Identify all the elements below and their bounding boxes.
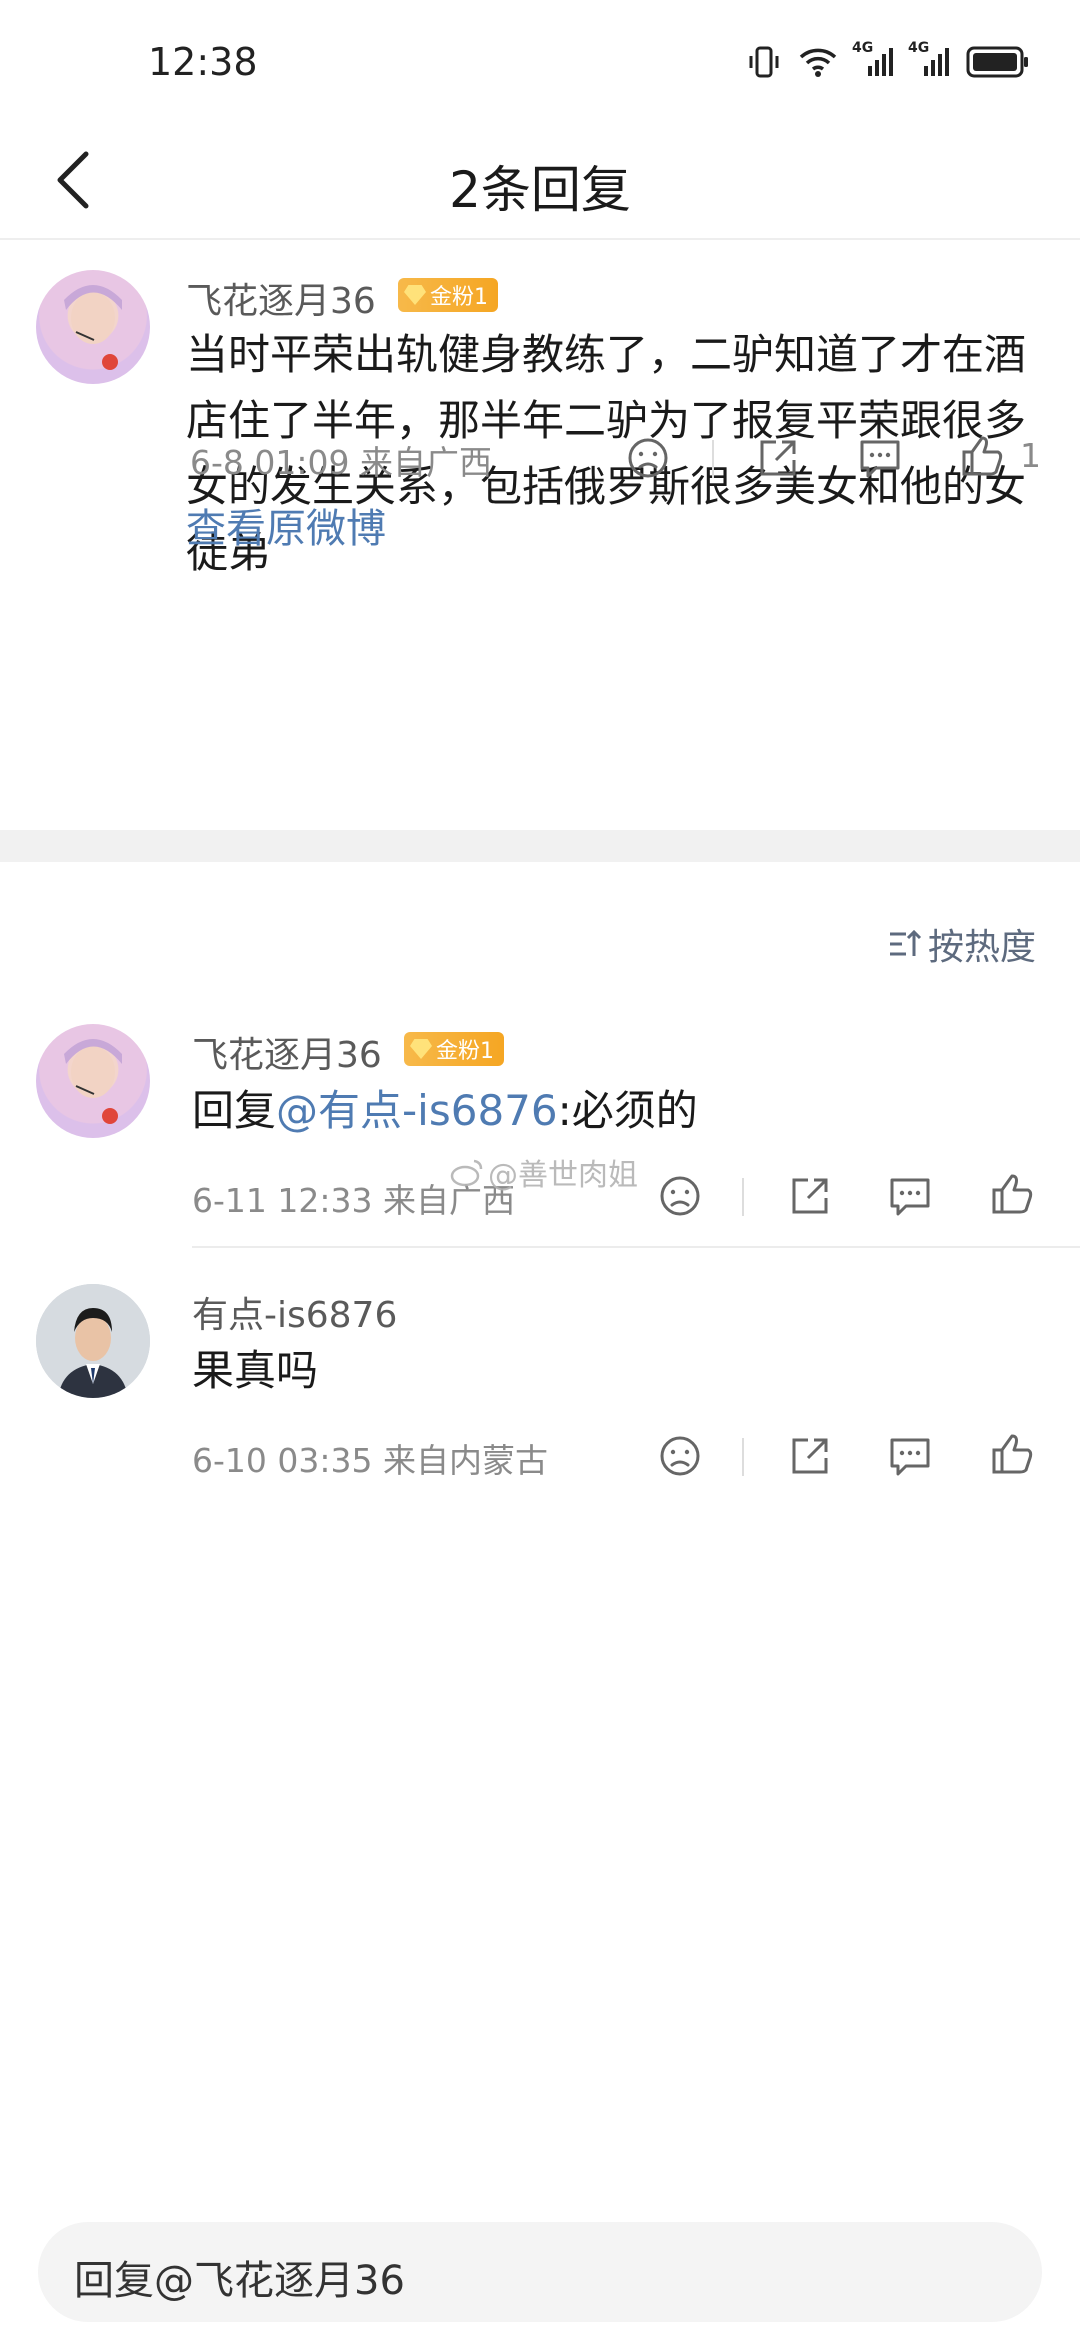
- root-comment-meta: 6-8 01:09 来自广西: [190, 443, 492, 482]
- share-icon[interactable]: [786, 1172, 834, 1220]
- reply-item: 飞花逐月36 金粉1 回复@有点-is6876:必须的 6-11 12:33 来…: [0, 1010, 1080, 1240]
- avatar[interactable]: [36, 270, 150, 384]
- wifi-icon: [799, 48, 837, 77]
- sort-label: 按热度: [927, 927, 1036, 968]
- fan-badge: 金粉1: [404, 1032, 504, 1066]
- watermark: @善世肉姐: [450, 1150, 638, 1194]
- sort-by-hot-button[interactable]: 按热度: [886, 918, 1036, 970]
- comment-icon[interactable]: [886, 1172, 934, 1220]
- root-username[interactable]: 飞花逐月36: [186, 272, 376, 324]
- dislike-face-icon[interactable]: [624, 434, 672, 482]
- fan-badge: 金粉1: [398, 278, 498, 312]
- network-label-2: 4G: [908, 40, 930, 56]
- badge-label: 金粉1: [430, 285, 488, 310]
- status-icons: 4G 4G: [746, 40, 1030, 80]
- mention-link[interactable]: @有点-is6876: [276, 1086, 558, 1135]
- badge-gem-icon: [404, 285, 426, 305]
- comment-icon[interactable]: [886, 1432, 934, 1480]
- nav-bar: 2条回复: [0, 130, 1080, 240]
- avatar[interactable]: [36, 1284, 150, 1398]
- battery-icon: [966, 46, 1028, 78]
- dislike-face-icon[interactable]: [656, 1432, 704, 1480]
- reply-username[interactable]: 飞花逐月36: [192, 1026, 382, 1078]
- root-comment: 飞花逐月36 金粉1 当时平荣出轨健身教练了，二驴知道了才在酒店住了半年，那半年…: [0, 240, 1080, 830]
- network-label-1: 4G: [852, 40, 874, 56]
- avatar-image: [64, 285, 122, 370]
- reply-divider: [192, 1246, 1080, 1248]
- reply-prefix: 回复: [192, 1086, 277, 1135]
- reply-username[interactable]: 有点-is6876: [192, 1286, 397, 1338]
- thumbs-up-icon[interactable]: [988, 1170, 1036, 1218]
- share-icon[interactable]: [786, 1432, 834, 1480]
- reply-meta: 6-10 03:35 来自内蒙古: [192, 1441, 548, 1480]
- signal-1: 4G: [852, 40, 894, 78]
- avatar[interactable]: [36, 1024, 150, 1138]
- dislike-face-icon[interactable]: [656, 1172, 704, 1220]
- reply-input[interactable]: 回复@飞花逐月36: [38, 2222, 1042, 2322]
- like-count: 1: [1020, 436, 1041, 475]
- watermark-text: @善世肉姐: [488, 1158, 638, 1193]
- comment-icon[interactable]: [856, 434, 904, 482]
- vibrate-icon: [749, 46, 779, 78]
- status-time: 12:38: [148, 40, 258, 84]
- view-original-link[interactable]: 查看原微博: [186, 496, 386, 554]
- status-bar: 12:38 4G 4G: [0, 0, 1080, 130]
- section-divider: [0, 830, 1080, 862]
- sort-icon: [889, 929, 922, 956]
- thumbs-up-icon[interactable]: [988, 1430, 1036, 1478]
- reply-suffix: :必须的: [557, 1086, 698, 1135]
- reply-item: 有点-is6876 果真吗 6-10 03:35 来自内蒙古: [0, 1270, 1080, 1500]
- badge-gem-icon: [410, 1039, 432, 1059]
- reply-input-placeholder: 回复@飞花逐月36: [74, 2258, 405, 2304]
- signal-2: 4G: [908, 40, 950, 78]
- reply-text: 回复@有点-is6876:必须的: [192, 1078, 1042, 1144]
- badge-label: 金粉1: [436, 1039, 494, 1064]
- weibo-logo-icon: [450, 1159, 483, 1187]
- thumbs-up-icon[interactable]: [958, 432, 1006, 480]
- share-icon[interactable]: [754, 434, 802, 482]
- action-separator: [742, 1178, 744, 1216]
- action-separator: [742, 1438, 744, 1476]
- page-title: 2条回复: [449, 161, 631, 219]
- reply-text: 果真吗: [192, 1346, 319, 1395]
- avatar-image: [64, 1039, 122, 1124]
- action-separator: [712, 440, 714, 478]
- avatar-image: [36, 1284, 150, 1398]
